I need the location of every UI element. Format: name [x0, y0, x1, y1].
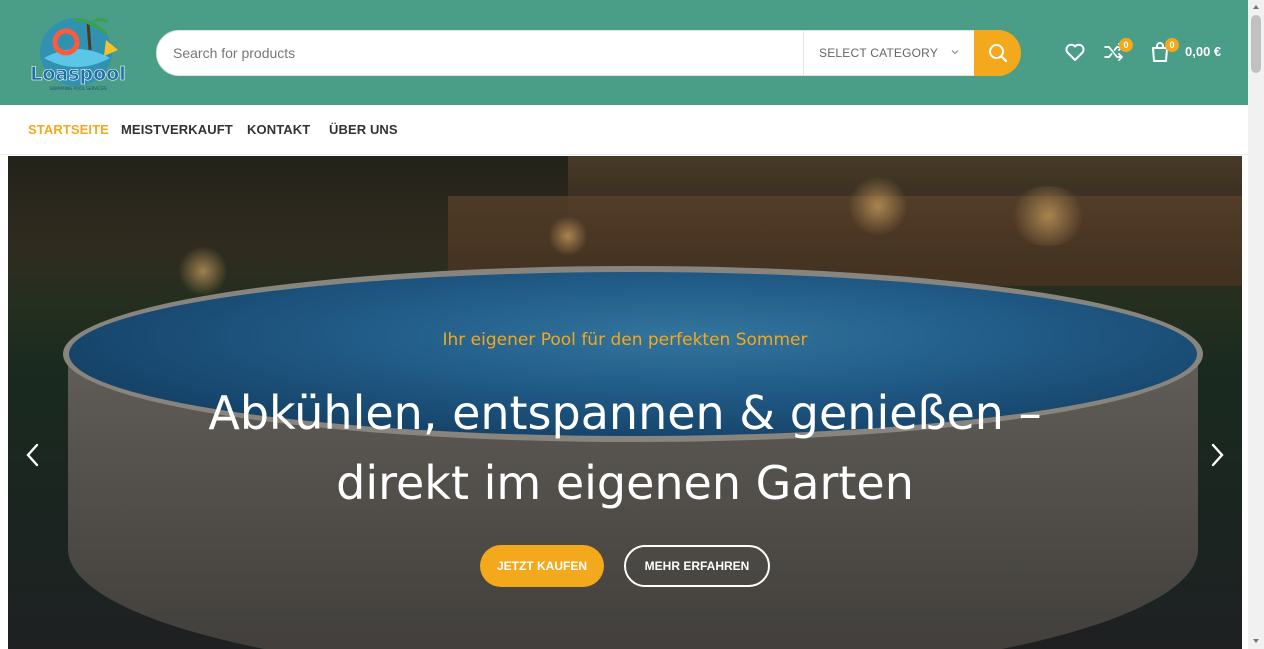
category-select[interactable]: SELECT CATEGORY [803, 31, 975, 75]
scroll-up-icon[interactable] [1252, 3, 1260, 11]
cart-button[interactable]: 0 [1148, 38, 1179, 64]
nav-item-ueber-uns[interactable]: ÜBER UNS [329, 122, 398, 137]
hero-subtitle: Ihr eigener Pool für den perfekten Somme… [442, 330, 808, 350]
hero-title-line: Abkühlen, entspannen & genießen – [208, 386, 1042, 440]
search-bar: SELECT CATEGORY [156, 30, 1021, 76]
logo-wordmark: Loaspool [30, 63, 126, 85]
slider-prev-button[interactable] [22, 442, 46, 468]
category-select-label: SELECT CATEGORY [819, 46, 939, 60]
nav-item-kontakt[interactable]: KONTAKT [247, 122, 310, 137]
chevron-right-icon [1211, 443, 1224, 467]
search-input[interactable] [173, 31, 793, 75]
search-button[interactable] [974, 30, 1021, 76]
slider-next-button[interactable] [1204, 442, 1228, 468]
main-navigation: STARTSEITE MEISTVERKAUFT KONTAKT ÜBER UN… [0, 105, 1248, 155]
chevron-left-icon [26, 443, 39, 467]
hero-title-line: direkt im eigenen Garten [336, 456, 914, 510]
scroll-down-icon[interactable] [1252, 637, 1260, 645]
site-header: Loaspool SWIMMING POOL SERVICES SELECT C… [0, 0, 1248, 105]
buy-now-button[interactable]: JETZT KAUFEN [480, 545, 604, 587]
heart-icon [1065, 43, 1085, 61]
wishlist-button[interactable] [1063, 40, 1087, 64]
hero-title: Abkühlen, entspannen & genießen – direkt… [8, 378, 1242, 518]
site-logo[interactable]: Loaspool SWIMMING POOL SERVICES [28, 10, 128, 96]
nav-item-meistverkauft[interactable]: MEISTVERKAUFT [121, 122, 233, 137]
logo-tagline: SWIMMING POOL SERVICES [49, 86, 107, 91]
compare-button[interactable]: 0 [1102, 38, 1133, 64]
cart-total[interactable]: 0,00 € [1185, 44, 1221, 59]
cart-count-badge: 0 [1165, 38, 1179, 52]
search-icon [988, 44, 1007, 63]
chevron-down-icon [951, 50, 959, 55]
page-scrollbar[interactable] [1248, 0, 1264, 649]
compare-count-badge: 0 [1119, 38, 1133, 52]
scrollbar-thumb[interactable] [1251, 15, 1261, 73]
nav-item-startseite[interactable]: STARTSEITE [28, 122, 109, 137]
hero-slider: Ihr eigener Pool für den perfekten Somme… [8, 156, 1242, 649]
learn-more-button[interactable]: MEHR ERFAHREN [624, 545, 770, 587]
